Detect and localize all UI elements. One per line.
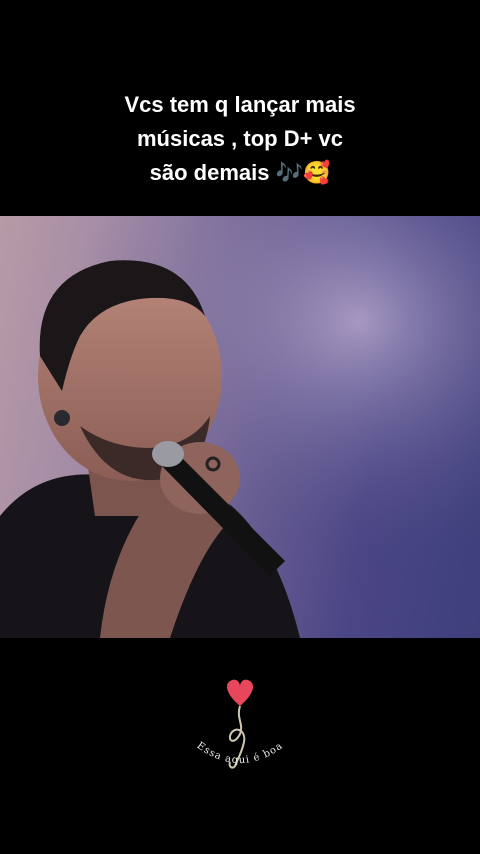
caption-line-3: são demais 🎶🥰: [149, 160, 331, 185]
caption-line-1: Vcs tem q lançar mais: [124, 92, 356, 117]
watermark-logo: Essa aqui é boa: [180, 676, 300, 786]
svg-text:Essa aqui é boa: Essa aqui é boa: [195, 740, 286, 766]
singer-illustration: [0, 216, 480, 638]
caption: Vcs tem q lançar mais músicas , top D+ v…: [0, 88, 480, 190]
microphone-head: [152, 441, 184, 467]
watermark-text: Essa aqui é boa: [195, 740, 285, 766]
caption-line-2: músicas , top D+ vc: [136, 126, 344, 151]
video-frame[interactable]: [0, 216, 480, 638]
earpiece: [54, 410, 70, 426]
